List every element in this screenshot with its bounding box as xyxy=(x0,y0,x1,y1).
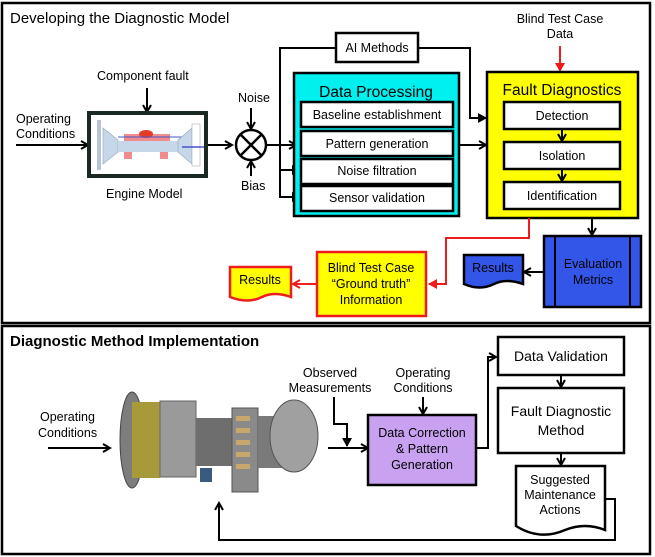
data-correction-box: Data Correction & Pattern Generation xyxy=(366,413,478,487)
ground-truth-label-2: “Ground truth” xyxy=(332,277,411,291)
results-yellow-label: Results xyxy=(239,273,281,287)
fault-method-label-1: Fault Diagnostic xyxy=(511,403,611,419)
results-yellow-document: Results xyxy=(228,265,293,302)
identification-label: Identification xyxy=(527,189,597,203)
summing-junction-icon xyxy=(234,128,268,162)
fault-diagnostic-method-box xyxy=(496,386,626,455)
results-blue-label: Results xyxy=(472,261,514,275)
op-conditions-mid-label-2: Conditions xyxy=(393,381,452,395)
op-conditions-mid-label-1: Operating xyxy=(396,366,451,380)
observed-label-2: Measurements xyxy=(289,381,372,395)
baseline-establishment-label: Baseline establishment xyxy=(313,108,442,122)
fault-diagnostics-block: Fault Diagnostics Detection Isolation Id… xyxy=(485,70,640,220)
ground-truth-box: Blind Test Case “Ground truth” Informati… xyxy=(315,250,428,318)
detection-label: Detection xyxy=(536,109,589,123)
actions-label-1: Suggested xyxy=(530,473,590,487)
actions-label-3: Actions xyxy=(540,503,581,517)
op-conditions-left-label-2: Conditions xyxy=(38,426,97,440)
ground-truth-label-1: Blind Test Case xyxy=(328,261,415,275)
ground-truth-label-3: Information xyxy=(340,293,403,307)
pattern-generation-label: Pattern generation xyxy=(326,137,429,151)
engine-model-box xyxy=(87,111,208,178)
ai-methods-label: AI Methods xyxy=(345,41,408,55)
operating-conditions-label-2: Conditions xyxy=(16,127,75,141)
data-correction-label-1: Data Correction xyxy=(378,426,466,440)
suggested-actions-document: Suggested Maintenance Actions xyxy=(514,464,607,536)
data-processing-block: Data Processing Baseline establishment P… xyxy=(292,71,461,218)
evaluation-label-1: Evaluation xyxy=(564,257,622,271)
data-correction-label-2: & Pattern xyxy=(396,442,448,456)
operating-conditions-label-1: Operating xyxy=(16,112,71,126)
fault-method-label-2: Method xyxy=(538,422,585,438)
blind-test-data-label-2: Data xyxy=(547,27,573,41)
results-blue-document: Results xyxy=(462,253,525,289)
engine-model-label: Engine Model xyxy=(106,187,182,201)
noise-label: Noise xyxy=(238,91,270,105)
component-fault-label: Component fault xyxy=(97,69,189,83)
diagnostic-diagram: Developing the Diagnostic Model Operatin… xyxy=(0,1,652,556)
fault-diagnostics-title: Fault Diagnostics xyxy=(503,82,622,99)
actions-label-2: Maintenance xyxy=(524,488,596,502)
data-processing-title: Data Processing xyxy=(319,84,433,101)
data-correction-label-3: Generation xyxy=(391,458,453,472)
bias-label: Bias xyxy=(241,179,265,193)
isolation-label: Isolation xyxy=(539,149,586,163)
bottom-panel-title: Diagnostic Method Implementation xyxy=(10,333,259,350)
data-validation-label: Data Validation xyxy=(514,348,608,364)
evaluation-label-2: Metrics xyxy=(573,273,613,287)
op-conditions-left-label-1: Operating xyxy=(40,410,95,424)
evaluation-metrics-box: Evaluation Metrics xyxy=(542,234,643,309)
observed-label-1: Observed xyxy=(303,366,357,380)
noise-filtration-label: Noise filtration xyxy=(337,164,416,178)
blind-test-data-label-1: Blind Test Case xyxy=(517,12,604,26)
sensor-validation-label: Sensor validation xyxy=(329,191,425,205)
top-panel-title: Developing the Diagnostic Model xyxy=(10,10,229,27)
